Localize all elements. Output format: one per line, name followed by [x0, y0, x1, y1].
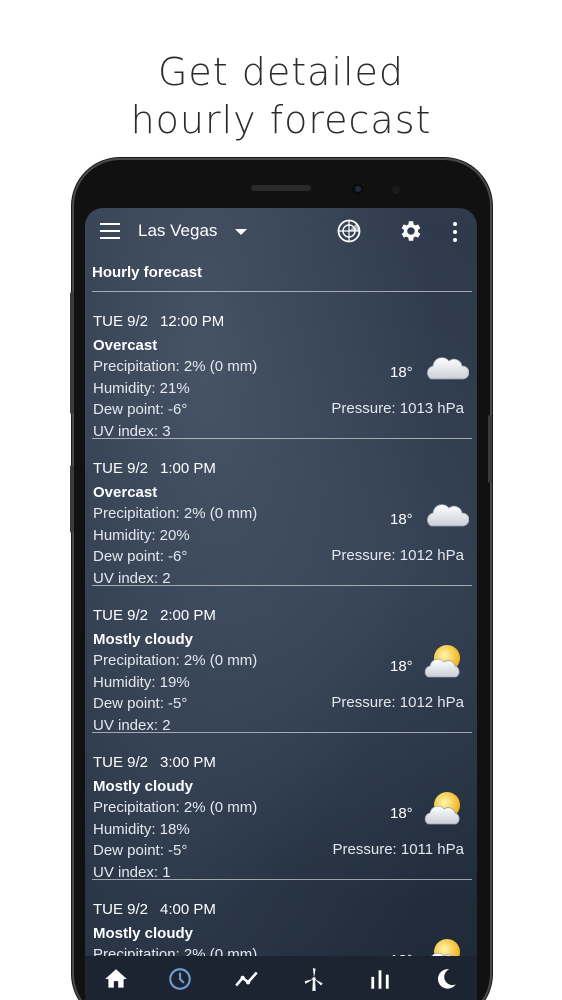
entry-humidity: Humidity: 21%: [93, 380, 190, 397]
hourly-entry[interactable]: TUE 9/2 3:00 PM Mostly cloudy Precipitation…: [85, 733, 477, 881]
earpiece-speaker: [251, 185, 311, 191]
entry-condition: Mostly cloudy: [93, 778, 194, 795]
entry-humidity: Humidity: 19%: [93, 674, 190, 691]
entry-condition: Overcast: [93, 484, 158, 501]
wind-turbine-icon[interactable]: [301, 966, 327, 992]
home-icon[interactable]: [103, 966, 129, 992]
entry-dew-point: Dew point: -5°: [93, 695, 188, 712]
location-name[interactable]: Las Vegas: [138, 221, 217, 241]
bar-chart-icon[interactable]: [367, 966, 393, 992]
bixby-button: [70, 465, 74, 533]
entry-day: TUE 9/2: [93, 460, 149, 477]
entry-day: TUE 9/2: [93, 607, 149, 624]
promo-line-1: Get detailed: [157, 50, 405, 94]
sun-cloud-icon: [423, 789, 469, 829]
clock-icon[interactable]: [167, 966, 193, 992]
trend-chart-icon[interactable]: [234, 966, 260, 992]
volume-button: [70, 292, 74, 414]
promo-line-2: hourly forecast: [130, 98, 432, 142]
menu-icon[interactable]: [100, 223, 120, 239]
entry-time: 3:00 PM: [160, 754, 216, 771]
entry-pressure: Pressure: 1012 hPa: [331, 694, 464, 711]
entry-temperature: 18°: [390, 805, 413, 822]
entry-precipitation: Precipitation: 2% (0 mm): [93, 358, 258, 375]
app-screen: Las Vegas Hourly forecast TUE 9/2 12:00 P…: [85, 208, 477, 1000]
entry-humidity: Humidity: 20%: [93, 527, 190, 544]
entry-datetime: TUE 9/2 4:00 PM: [93, 901, 216, 918]
power-button: [488, 415, 492, 483]
entry-pressure: Pressure: 1012 hPa: [331, 547, 464, 564]
entry-temperature: 18°: [390, 364, 413, 381]
entry-condition: Mostly cloudy: [93, 631, 194, 648]
sensor: [392, 186, 400, 194]
entry-time: 12:00 PM: [160, 313, 225, 330]
entry-time: 4:00 PM: [160, 901, 216, 918]
entry-dew-point: Dew point: -6°: [93, 401, 188, 418]
entry-pressure: Pressure: 1011 hPa: [332, 841, 464, 858]
entry-dew-point: Dew point: -6°: [93, 548, 188, 565]
moon-icon[interactable]: [433, 966, 459, 992]
entry-datetime: TUE 9/2 12:00 PM: [93, 313, 224, 330]
front-camera: [352, 183, 364, 195]
entry-precipitation: Precipitation: 2% (0 mm): [93, 505, 258, 522]
entry-pressure: Pressure: 1013 hPa: [331, 400, 464, 417]
entry-precipitation: Precipitation: 2% (0 mm): [93, 799, 258, 816]
cloud-icon: [423, 348, 470, 388]
entry-day: TUE 9/2: [93, 754, 149, 771]
entry-dew-point: Dew point: -5°: [93, 842, 188, 859]
entry-precipitation: Precipitation: 2% (0 mm): [93, 652, 258, 669]
hourly-entry[interactable]: TUE 9/2 1:00 PM Overcast Precipitation: 2% …: [85, 439, 477, 587]
sun-cloud-icon: [423, 642, 469, 682]
entry-temperature: 18°: [390, 511, 413, 528]
gear-icon[interactable]: [397, 218, 423, 244]
hourly-entry[interactable]: TUE 9/2 12:00 PM Overcast Precipitation: 2%…: [85, 292, 477, 440]
entry-datetime: TUE 9/2 2:00 PM: [93, 607, 216, 624]
entry-datetime: TUE 9/2 3:00 PM: [93, 754, 216, 771]
app-bar: Las Vegas: [85, 208, 477, 254]
entry-time: 2:00 PM: [160, 607, 216, 624]
entry-day: TUE 9/2: [93, 313, 149, 330]
promo-headline: Get detailed hourly forecast: [0, 48, 562, 144]
entry-time: 1:00 PM: [160, 460, 216, 477]
hourly-entry[interactable]: TUE 9/2 2:00 PM Mostly cloudy Precipitation…: [85, 586, 477, 734]
entry-datetime: TUE 9/2 1:00 PM: [93, 460, 216, 477]
section-title: Hourly forecast: [92, 264, 203, 281]
cloud-icon: [423, 495, 470, 535]
entry-day: TUE 9/2: [93, 901, 149, 918]
radar-icon[interactable]: [337, 219, 361, 243]
bottom-nav: [85, 956, 477, 1000]
dropdown-caret-icon[interactable]: [235, 229, 247, 235]
entry-condition: Mostly cloudy: [93, 925, 194, 942]
more-vert-icon[interactable]: [452, 222, 458, 242]
entry-condition: Overcast: [93, 337, 158, 354]
entry-temperature: 18°: [390, 658, 413, 675]
entry-humidity: Humidity: 18%: [93, 821, 190, 838]
